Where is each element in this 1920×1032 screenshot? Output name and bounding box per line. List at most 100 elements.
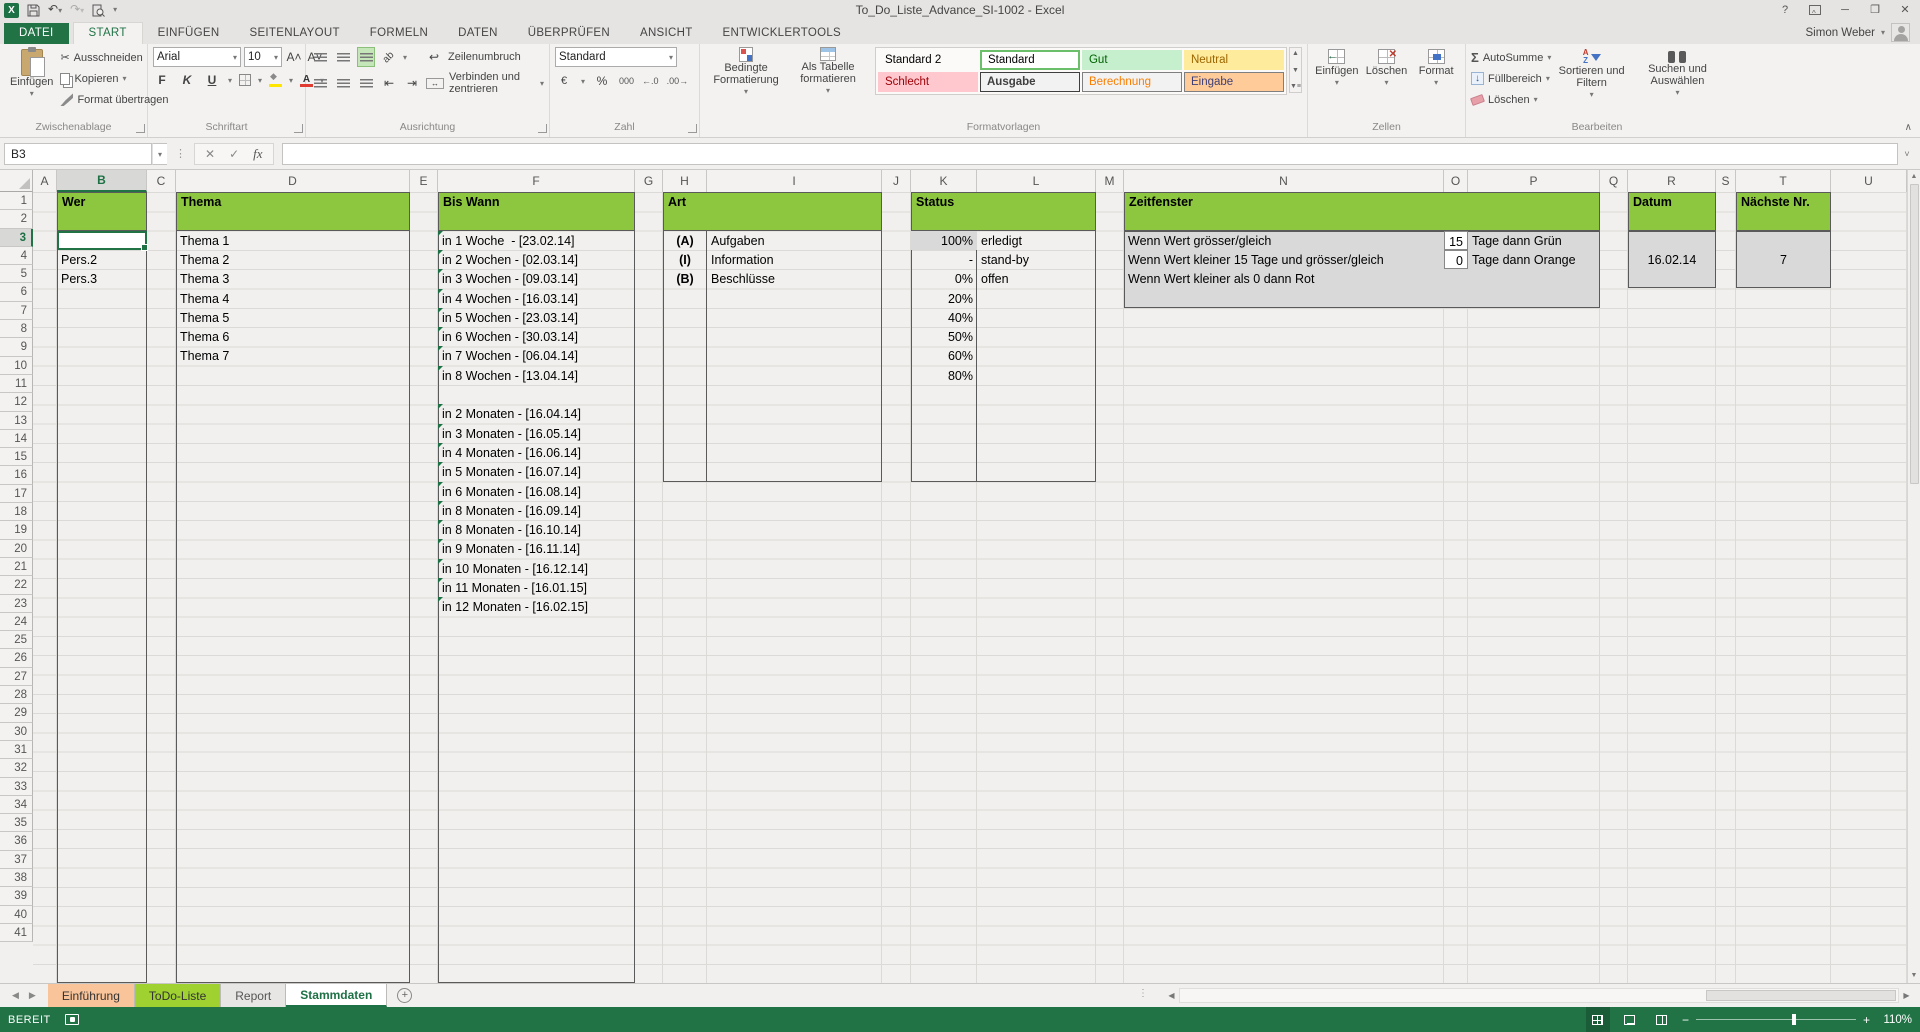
row-header-27[interactable]: 27 [0, 668, 33, 686]
column-header-T[interactable]: T [1736, 170, 1831, 192]
bold-button[interactable]: F [153, 70, 171, 90]
column-header-R[interactable]: R [1628, 170, 1716, 192]
cell-K10[interactable]: 80% [911, 366, 977, 385]
cell-K7[interactable]: 40% [911, 308, 977, 327]
prev-sheet-icon[interactable]: ◀ [12, 990, 19, 1001]
horizontal-scrollbar[interactable]: ◀ ▶ [1164, 987, 1914, 1004]
column-header-Q[interactable]: Q [1600, 170, 1628, 192]
help-button[interactable]: ? [1770, 0, 1800, 20]
scroll-down-icon[interactable]: ▼ [1911, 969, 1918, 983]
cell-F6[interactable]: in 4 Wochen - [16.03.14] [438, 289, 635, 308]
selected-cell-B3[interactable] [57, 231, 147, 250]
row-header-30[interactable]: 30 [0, 723, 33, 741]
column-header-A[interactable]: A [33, 170, 57, 192]
macro-record-icon[interactable] [65, 1014, 79, 1025]
currency-format-icon[interactable]: € [555, 71, 573, 91]
row-header-21[interactable]: 21 [0, 558, 33, 576]
zoom-in-icon[interactable]: + [1863, 1013, 1870, 1027]
row-header-36[interactable]: 36 [0, 832, 33, 850]
sheet-tab-todo-liste[interactable]: ToDo-Liste [135, 984, 221, 1007]
cell-F13[interactable]: in 3 Monaten - [16.05.14] [438, 424, 635, 443]
row-header-34[interactable]: 34 [0, 796, 33, 814]
orientation-icon[interactable]: ab [380, 47, 398, 67]
cell-P4[interactable]: Tage dann Orange [1468, 250, 1600, 269]
row-header-39[interactable]: 39 [0, 887, 33, 905]
vertical-scrollbar[interactable]: ▲ ▼ [1907, 170, 1920, 983]
ribbon-display-options-button[interactable] [1800, 0, 1830, 20]
cell-F20[interactable]: in 10 Monaten - [16.12.14] [438, 559, 635, 578]
sheet-tab-report[interactable]: Report [221, 984, 286, 1007]
cell-F12[interactable]: in 2 Monaten - [16.04.14] [438, 404, 635, 423]
column-header-H[interactable]: H [663, 170, 707, 192]
scroll-left-icon[interactable]: ◀ [1164, 991, 1179, 1000]
formula-input[interactable] [282, 143, 1898, 165]
name-box[interactable]: B3 [4, 143, 152, 165]
fill-button[interactable]: ↓Füllbereich▾ [1471, 68, 1551, 89]
autosum-button[interactable]: ΣAutoSumme▾ [1471, 47, 1551, 68]
ribbon-tab-start[interactable]: START [73, 22, 143, 44]
cell-N4[interactable]: Wenn Wert kleiner 15 Tage und grösser/gl… [1124, 250, 1444, 269]
cell-D6[interactable]: Thema 4 [176, 289, 410, 308]
gallery-down-icon[interactable]: ▼ [1292, 67, 1299, 74]
font-size-select[interactable]: 10▾ [244, 47, 282, 67]
cell-P3[interactable]: Tage dann Grün [1468, 231, 1600, 250]
horizontal-scroll-thumb[interactable] [1706, 990, 1896, 1001]
cell-style-schlecht[interactable]: Schlecht [878, 72, 978, 92]
row-header-19[interactable]: 19 [0, 521, 33, 539]
align-left-icon[interactable] [311, 73, 329, 93]
print-preview-icon[interactable] [92, 4, 105, 17]
row-header-10[interactable]: 10 [0, 357, 33, 375]
column-header-N[interactable]: N [1124, 170, 1444, 192]
column-header-U[interactable]: U [1831, 170, 1907, 192]
restore-button[interactable]: ❐ [1860, 0, 1890, 20]
underline-button[interactable]: U [203, 70, 221, 90]
cell-style-ausgabe[interactable]: Ausgabe [980, 72, 1080, 92]
row-header-12[interactable]: 12 [0, 393, 33, 411]
row-header-9[interactable]: 9 [0, 338, 33, 356]
sort-filter-button[interactable]: AZ Sortieren und Filtern▾ [1551, 47, 1632, 101]
cell-F14[interactable]: in 4 Monaten - [16.06.14] [438, 443, 635, 462]
cell-O3[interactable]: 15 [1444, 231, 1468, 250]
row-header-16[interactable]: 16 [0, 466, 33, 484]
cell-F15[interactable]: in 5 Monaten - [16.07.14] [438, 462, 635, 481]
sheet-tab-stammdaten[interactable]: Stammdaten [286, 984, 387, 1007]
font-dialog-launcher[interactable] [294, 124, 303, 133]
column-header-F[interactable]: F [438, 170, 635, 192]
cell-F4[interactable]: in 2 Wochen - [02.03.14] [438, 250, 635, 269]
cell-D4[interactable]: Thema 2 [176, 250, 410, 269]
cell-K6[interactable]: 20% [911, 289, 977, 308]
grow-font-icon[interactable]: A˄ [285, 47, 303, 67]
increase-decimal-icon[interactable]: ←.0 [642, 76, 659, 86]
row-header-26[interactable]: 26 [0, 649, 33, 667]
number-format-select[interactable]: Standard▾ [555, 47, 677, 67]
cell-K9[interactable]: 60% [911, 346, 977, 365]
scroll-up-icon[interactable]: ▲ [1911, 170, 1918, 184]
row-header-13[interactable]: 13 [0, 412, 33, 430]
delete-cells-button[interactable]: Löschen▾ [1363, 47, 1411, 87]
borders-icon[interactable] [239, 74, 251, 86]
minimize-button[interactable]: ─ [1830, 0, 1860, 20]
cell-K4[interactable]: - [911, 250, 977, 269]
row-header-1[interactable]: 1 [0, 192, 33, 210]
cell-F16[interactable]: in 6 Monaten - [16.08.14] [438, 482, 635, 501]
zoom-slider[interactable] [1696, 1019, 1856, 1020]
find-select-button[interactable]: Suchen und Auswählen▾ [1632, 47, 1723, 99]
clipboard-dialog-launcher[interactable] [136, 124, 145, 133]
cell-style-eingabe[interactable]: Eingabe [1184, 72, 1284, 92]
decrease-decimal-icon[interactable]: .00→ [667, 76, 689, 86]
column-header-D[interactable]: D [176, 170, 410, 192]
cell-N3[interactable]: Wenn Wert grösser/gleich [1124, 231, 1444, 250]
row-header-5[interactable]: 5 [0, 265, 33, 283]
ribbon-tab-seitenlayout[interactable]: SEITENLAYOUT [234, 23, 354, 44]
row-header-38[interactable]: 38 [0, 869, 33, 887]
cell-L5[interactable]: offen [977, 269, 1096, 288]
cell-style-standard-2[interactable]: Standard 2 [878, 50, 978, 70]
row-header-40[interactable]: 40 [0, 906, 33, 924]
font-family-select[interactable]: Arial▾ [153, 47, 241, 67]
column-header-S[interactable]: S [1716, 170, 1736, 192]
normal-view-button[interactable] [1586, 1007, 1610, 1032]
user-account[interactable]: Simon Weber ▾ [1806, 23, 1910, 42]
merge-center-button[interactable]: Verbinden und zentrieren [449, 71, 535, 95]
save-icon[interactable] [27, 4, 40, 17]
cell-F9[interactable]: in 7 Wochen - [06.04.14] [438, 346, 635, 365]
